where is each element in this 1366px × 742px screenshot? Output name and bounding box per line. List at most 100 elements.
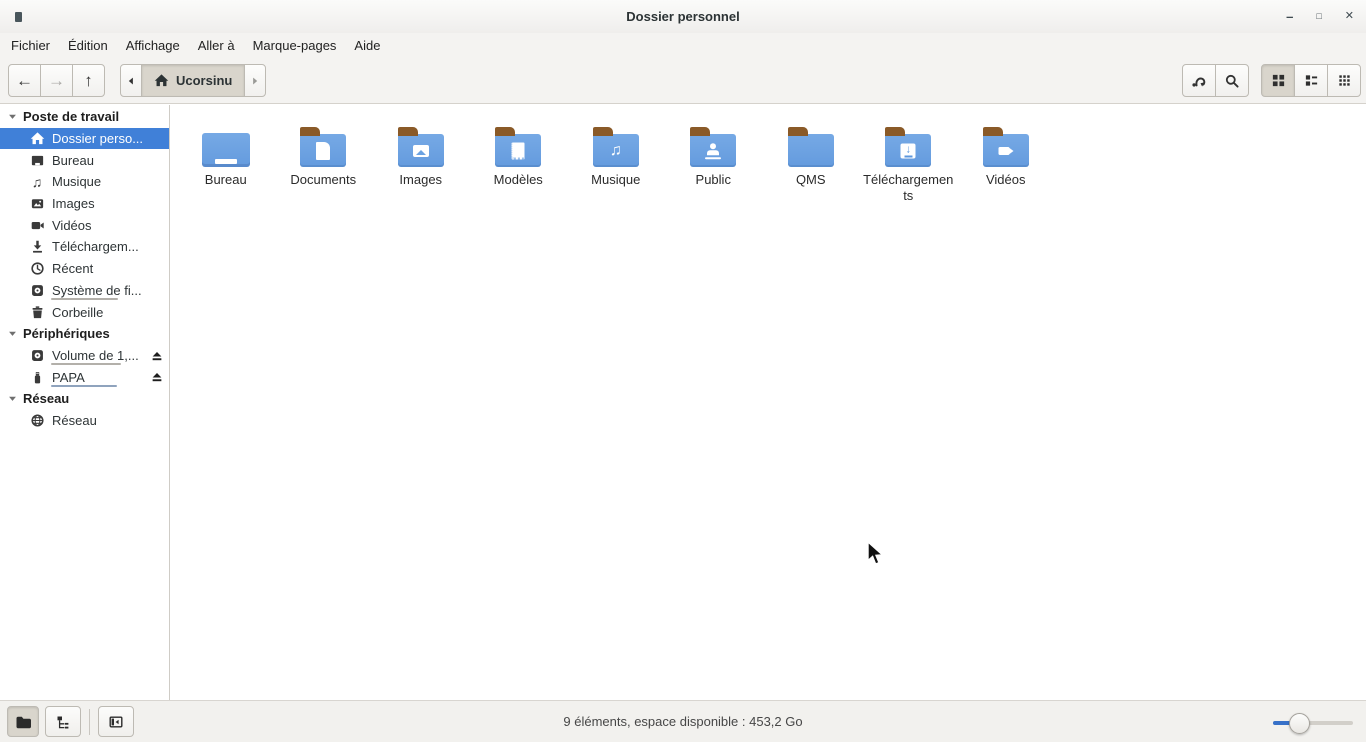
sidebar-item-home[interactable]: Dossier perso... xyxy=(0,128,169,150)
list-view-button[interactable] xyxy=(1294,64,1328,97)
sidebar-item-telechargements[interactable]: Téléchargem... xyxy=(0,236,169,258)
person-emblem-icon xyxy=(705,143,721,159)
menu-affichage[interactable]: Affichage xyxy=(117,38,189,53)
forward-icon: → xyxy=(48,72,65,89)
file-icon-view[interactable]: Bureau Documents Images Modèles ♫ Musiqu… xyxy=(171,105,1366,700)
video-icon xyxy=(29,217,45,233)
clock-icon xyxy=(29,261,45,277)
menu-aide[interactable]: Aide xyxy=(345,38,389,53)
location-edit-icon xyxy=(1191,73,1207,89)
menu-edition[interactable]: Édition xyxy=(59,38,117,53)
compact-view-button[interactable] xyxy=(1327,64,1361,97)
sidebar-item-label: Corbeille xyxy=(52,305,103,320)
back-button[interactable]: ← xyxy=(8,64,41,97)
download-icon xyxy=(29,239,45,255)
sidebar-item-videos[interactable]: Vidéos xyxy=(0,214,169,236)
sidebar-item-images[interactable]: Images xyxy=(0,193,169,215)
music-icon: ♫ xyxy=(29,174,45,190)
sidebar-item-label: Volume de 1,... xyxy=(52,348,139,363)
expander-icon xyxy=(7,328,18,339)
breadcrumb: Ucorsinu xyxy=(120,64,266,97)
breadcrumb-next-button[interactable] xyxy=(244,64,266,97)
section-label: Périphériques xyxy=(23,326,110,341)
sidebar-item-label: Système de fi... xyxy=(52,283,142,298)
compact-view-icon xyxy=(1337,73,1352,88)
file-folder-telechargements[interactable]: ↓ Téléchargements xyxy=(860,119,958,203)
sidebar-item-label: Vidéos xyxy=(52,218,92,233)
menubar: Fichier Édition Affichage Aller à Marque… xyxy=(0,33,1366,57)
icon-view-button[interactable] xyxy=(1261,64,1295,97)
sidebar-item-reseau[interactable]: Réseau xyxy=(0,410,169,432)
places-sidebar: Poste de travail Dossier perso... Bureau… xyxy=(0,105,170,700)
toggle-location-entry-button[interactable] xyxy=(1182,64,1216,97)
maximize-button[interactable]: □ xyxy=(1316,12,1321,21)
sidebar-item-label: Récent xyxy=(52,261,93,276)
list-view-icon xyxy=(1304,73,1319,88)
sidebar-item-label: Musique xyxy=(52,174,101,189)
statusbar: 9 éléments, espace disponible : 453,2 Go xyxy=(0,700,1366,742)
up-icon: ↑ xyxy=(84,72,93,89)
disk-icon xyxy=(29,347,45,363)
menu-aller-a[interactable]: Aller à xyxy=(189,38,244,53)
menu-fichier[interactable]: Fichier xyxy=(2,38,59,53)
zoom-slider[interactable] xyxy=(1273,721,1353,725)
sidebar-section-computer[interactable]: Poste de travail xyxy=(0,106,169,128)
file-folder-images[interactable]: Images xyxy=(372,119,470,203)
breadcrumb-prev-button[interactable] xyxy=(120,64,142,97)
file-folder-musique[interactable]: ♫ Musique xyxy=(567,119,665,203)
zoom-slider-handle[interactable] xyxy=(1289,713,1310,734)
forward-button[interactable]: → xyxy=(40,64,73,97)
section-label: Réseau xyxy=(23,391,69,406)
network-globe-icon xyxy=(29,412,45,428)
up-button[interactable]: ↑ xyxy=(72,64,105,97)
file-folder-videos[interactable]: Vidéos xyxy=(957,119,1055,203)
sidebar-item-papa[interactable]: PAPA xyxy=(0,366,169,388)
disk-usage-bar xyxy=(51,298,118,300)
sidebar-item-label: PAPA xyxy=(52,370,85,385)
file-folder-documents[interactable]: Documents xyxy=(275,119,373,203)
toolbar: ← → ↑ Ucorsinu xyxy=(0,57,1366,104)
desktop-folder-icon xyxy=(202,133,250,167)
sidebar-item-label: Réseau xyxy=(52,413,97,428)
location-tools xyxy=(1182,64,1249,97)
sidebar-item-bureau[interactable]: Bureau xyxy=(0,149,169,171)
file-folder-public[interactable]: Public xyxy=(665,119,763,203)
sidebar-item-volume[interactable]: Volume de 1,... xyxy=(0,345,169,367)
file-label: Vidéos xyxy=(986,172,1026,188)
expander-icon xyxy=(7,111,18,122)
breadcrumb-label: Ucorsinu xyxy=(176,73,232,88)
eject-button[interactable] xyxy=(150,370,164,384)
sidebar-item-filesystem[interactable]: Système de fi... xyxy=(0,280,169,302)
eject-icon xyxy=(150,370,164,384)
window-menu-icon[interactable] xyxy=(15,12,22,22)
breadcrumb-current-button[interactable]: Ucorsinu xyxy=(141,64,245,97)
file-label: Bureau xyxy=(205,172,247,188)
sidebar-item-recent[interactable]: Récent xyxy=(0,258,169,280)
folder-icon xyxy=(690,134,736,167)
sidebar-section-network[interactable]: Réseau xyxy=(0,388,169,410)
eject-button[interactable] xyxy=(150,349,164,363)
search-button[interactable] xyxy=(1215,64,1249,97)
menu-marque-pages[interactable]: Marque-pages xyxy=(244,38,346,53)
image-emblem-icon xyxy=(413,145,429,157)
minimize-button[interactable]: – xyxy=(1286,10,1293,23)
file-folder-qms[interactable]: QMS xyxy=(762,119,860,203)
close-button[interactable]: ✕ xyxy=(1345,11,1354,22)
sidebar-item-label: Images xyxy=(52,196,95,211)
view-switcher xyxy=(1261,64,1361,97)
file-label: Téléchargements xyxy=(862,172,954,203)
sidebar-section-devices[interactable]: Périphériques xyxy=(0,323,169,345)
file-folder-modeles[interactable]: Modèles xyxy=(470,119,568,203)
file-label: Public xyxy=(696,172,731,188)
sidebar-item-corbeille[interactable]: Corbeille xyxy=(0,301,169,323)
home-icon xyxy=(154,73,169,88)
navigation-buttons: ← → ↑ xyxy=(8,64,105,97)
image-icon xyxy=(29,196,45,212)
expander-icon xyxy=(7,393,18,404)
sidebar-item-musique[interactable]: ♫ Musique xyxy=(0,171,169,193)
back-icon: ← xyxy=(16,72,33,89)
disk-icon xyxy=(29,282,45,298)
sidebar-item-label: Téléchargem... xyxy=(52,239,139,254)
file-folder-bureau[interactable]: Bureau xyxy=(177,119,275,203)
document-emblem-icon xyxy=(316,142,330,160)
